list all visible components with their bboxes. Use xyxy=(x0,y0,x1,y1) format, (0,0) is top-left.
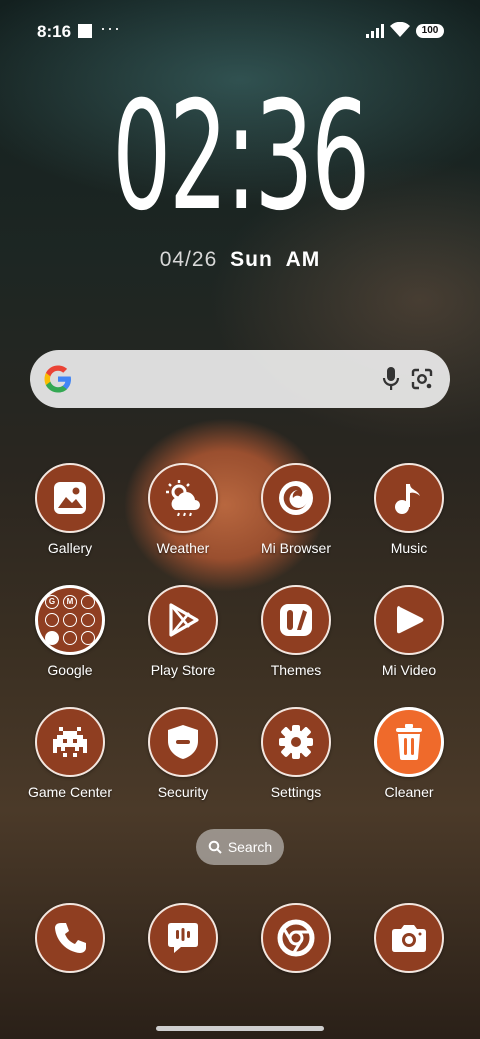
dock-messages[interactable] xyxy=(127,903,239,973)
music-icon xyxy=(374,463,444,533)
app-drawer-search-button[interactable]: Search xyxy=(196,829,284,865)
battery-indicator: 100 xyxy=(416,24,444,38)
themes-icon xyxy=(261,585,331,655)
signal-icon xyxy=(366,24,384,38)
app-google-folder[interactable]: G M Google xyxy=(14,585,126,678)
search-icon xyxy=(208,840,222,854)
clock-day: Sun xyxy=(230,248,273,271)
google-lens-icon[interactable] xyxy=(410,367,434,391)
app-label: Mi Browser xyxy=(260,540,331,556)
app-mi-browser[interactable]: Mi Browser xyxy=(240,463,352,556)
app-game-center[interactable]: Game Center xyxy=(14,707,126,800)
microphone-icon[interactable] xyxy=(382,366,400,392)
app-label: Settings xyxy=(270,784,322,800)
youtube-music-app-icon xyxy=(81,613,95,627)
clock-date: 04/26 xyxy=(159,248,218,271)
gmail-app-icon: M xyxy=(63,595,77,609)
app-weather[interactable]: Weather xyxy=(127,463,239,556)
app-label: Weather xyxy=(156,540,210,556)
app-label: Game Center xyxy=(27,784,113,800)
browser-icon xyxy=(261,463,331,533)
chrome-icon xyxy=(261,903,331,973)
youtube-app-icon xyxy=(45,613,59,627)
dock-camera[interactable] xyxy=(353,903,465,973)
shield-icon xyxy=(148,707,218,777)
dock-chrome[interactable] xyxy=(240,903,352,973)
app-cleaner[interactable]: Cleaner xyxy=(353,707,465,800)
gallery-icon xyxy=(35,463,105,533)
more-notifications-icon: ··· xyxy=(100,18,121,38)
gear-icon xyxy=(261,707,331,777)
status-time: 8:16 xyxy=(37,22,72,41)
messages-icon xyxy=(148,903,218,973)
google-search-widget[interactable] xyxy=(30,350,450,408)
camera-icon xyxy=(374,903,444,973)
google-folder-grid: G M xyxy=(45,595,95,645)
photos-app-icon xyxy=(63,631,77,645)
clock-time[interactable]: 02:36 xyxy=(91,82,389,232)
weather-icon xyxy=(148,463,218,533)
app-label: Mi Video xyxy=(381,662,437,678)
maps-app-icon xyxy=(81,595,95,609)
google-logo-icon xyxy=(44,365,71,393)
clock-date-row[interactable]: 04/26 Sun AM xyxy=(0,248,480,272)
app-label: Google xyxy=(47,662,93,678)
notification-square-icon xyxy=(78,24,92,38)
contacts-app-icon xyxy=(81,631,95,645)
drive-app-icon xyxy=(63,613,77,627)
app-settings[interactable]: Settings xyxy=(240,707,352,800)
app-security[interactable]: Security xyxy=(127,707,239,800)
app-label: Music xyxy=(390,540,428,556)
app-label: Cleaner xyxy=(384,784,434,800)
video-icon xyxy=(374,585,444,655)
app-music[interactable]: Music xyxy=(353,463,465,556)
wifi-icon xyxy=(390,22,410,37)
google-folder-icon: G M xyxy=(35,585,105,655)
phone-icon xyxy=(35,903,105,973)
meet-app-icon xyxy=(45,631,59,645)
dock-phone[interactable] xyxy=(14,903,126,973)
app-gallery[interactable]: Gallery xyxy=(14,463,126,556)
trash-icon xyxy=(374,707,444,777)
app-play-store[interactable]: Play Store xyxy=(127,585,239,678)
clock-ampm: AM xyxy=(285,248,321,271)
google-app-icon: G xyxy=(45,595,59,609)
app-label: Gallery xyxy=(47,540,93,556)
app-drawer-search-label: Search xyxy=(227,839,273,855)
app-label: Themes xyxy=(270,662,322,678)
app-mi-video[interactable]: Mi Video xyxy=(353,585,465,678)
play-store-icon xyxy=(148,585,218,655)
app-themes[interactable]: Themes xyxy=(240,585,352,678)
app-label: Play Store xyxy=(150,662,216,678)
status-bar: 8:16 ··· 100 xyxy=(0,0,480,64)
home-gesture-bar[interactable] xyxy=(156,1026,324,1031)
app-label: Security xyxy=(157,784,209,800)
game-icon xyxy=(35,707,105,777)
